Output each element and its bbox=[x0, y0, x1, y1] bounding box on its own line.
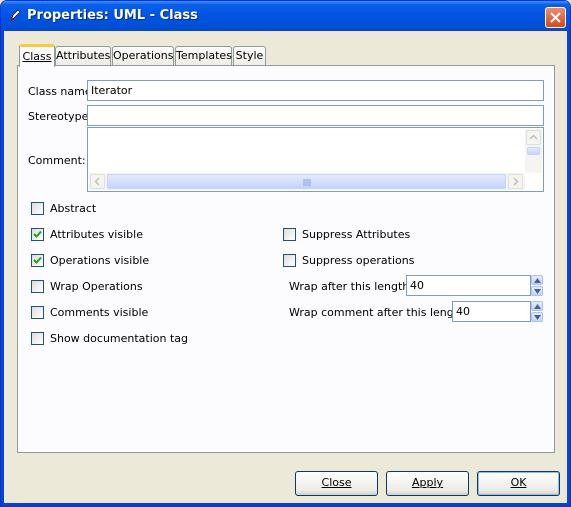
wrap-comment-length-input[interactable]: 40 bbox=[452, 301, 531, 322]
dia-pen-icon bbox=[10, 9, 21, 22]
ok-button-label: OK bbox=[510, 476, 527, 489]
close-button[interactable]: Close bbox=[295, 471, 378, 496]
tab-label: Class bbox=[22, 50, 52, 63]
abstract-checkbox[interactable] bbox=[31, 202, 44, 215]
scroll-thumb[interactable] bbox=[107, 174, 506, 189]
close-button-label: Close bbox=[321, 476, 352, 489]
show-documentation-tag-checkbox[interactable] bbox=[31, 332, 44, 345]
operations-visible-label: Operations visible bbox=[50, 254, 150, 267]
chevron-up-icon bbox=[529, 134, 538, 140]
tab-class[interactable]: Class bbox=[19, 44, 55, 67]
close-window-button[interactable] bbox=[545, 7, 566, 28]
window-title: Properties: UML - Class bbox=[27, 8, 198, 23]
show-documentation-tag-label: Show documentation tag bbox=[50, 332, 189, 345]
checkmark-icon bbox=[33, 230, 42, 238]
scroll-left-button[interactable] bbox=[90, 174, 105, 189]
triangle-up-icon bbox=[534, 304, 541, 309]
wrap-length-spinner[interactable] bbox=[531, 275, 543, 296]
tab-operations[interactable]: Operations bbox=[112, 46, 174, 66]
properties-dialog: Properties: UML - Class Class Attributes… bbox=[0, 0, 571, 507]
triangle-down-icon bbox=[534, 289, 541, 294]
checkmark-icon bbox=[33, 256, 42, 264]
tab-templates[interactable]: Templates bbox=[175, 46, 232, 66]
chevron-left-icon bbox=[94, 177, 100, 186]
comments-visible-checkbox[interactable] bbox=[31, 306, 44, 319]
stereotype-label: Stereotype: bbox=[28, 110, 93, 123]
attributes-visible-label: Attributes visible bbox=[50, 228, 143, 241]
triangle-up-icon bbox=[534, 278, 541, 283]
close-icon bbox=[550, 12, 561, 23]
class-name-input[interactable]: Iterator bbox=[87, 80, 544, 101]
comments-visible-label: Comments visible bbox=[50, 306, 149, 319]
wrap-length-label: Wrap after this length: bbox=[289, 280, 413, 293]
wrap-operations-checkbox[interactable] bbox=[31, 280, 44, 293]
comment-vertical-scrollbar[interactable] bbox=[525, 129, 542, 173]
class-name-label: Class name: bbox=[28, 85, 96, 98]
stereotype-input[interactable] bbox=[87, 105, 544, 126]
tab-style[interactable]: Style bbox=[233, 46, 266, 66]
wrap-operations-label: Wrap Operations bbox=[50, 280, 143, 293]
chevron-right-icon bbox=[513, 177, 519, 186]
tab-label: Attributes bbox=[56, 49, 111, 62]
tab-label: Templates bbox=[176, 49, 232, 62]
scroll-thumb[interactable] bbox=[527, 147, 540, 155]
window-border-bottom bbox=[1, 503, 570, 506]
suppress-attributes-checkbox[interactable] bbox=[283, 228, 296, 241]
apply-button-label: Apply bbox=[411, 476, 444, 489]
window-border-left bbox=[1, 31, 4, 506]
window-border-right bbox=[567, 31, 570, 506]
scroll-right-button[interactable] bbox=[508, 174, 523, 189]
grip-icon bbox=[303, 179, 311, 186]
ok-button[interactable]: OK bbox=[477, 471, 560, 496]
wrap-comment-length-label: Wrap comment after this length: bbox=[289, 306, 469, 319]
comment-label: Comment: bbox=[28, 154, 86, 167]
spin-down-button[interactable] bbox=[531, 312, 543, 322]
tab-label: Style bbox=[235, 49, 264, 62]
attributes-visible-checkbox[interactable] bbox=[31, 228, 44, 241]
scroll-up-button[interactable] bbox=[526, 130, 541, 145]
wrap-comment-length-spinner[interactable] bbox=[531, 301, 543, 322]
suppress-attributes-label: Suppress Attributes bbox=[302, 228, 411, 241]
operations-visible-checkbox[interactable] bbox=[31, 254, 44, 267]
spin-down-button[interactable] bbox=[531, 286, 543, 296]
wrap-length-input[interactable]: 40 bbox=[406, 275, 531, 296]
tab-label: Operations bbox=[113, 49, 174, 62]
suppress-operations-label: Suppress operations bbox=[302, 254, 415, 267]
triangle-down-icon bbox=[534, 315, 541, 320]
abstract-label: Abstract bbox=[50, 202, 97, 215]
comment-horizontal-scrollbar[interactable] bbox=[89, 173, 525, 190]
spin-up-button[interactable] bbox=[531, 275, 543, 285]
spin-up-button[interactable] bbox=[531, 301, 543, 311]
suppress-operations-checkbox[interactable] bbox=[283, 254, 296, 267]
apply-button[interactable]: Apply bbox=[386, 471, 469, 496]
title-bar[interactable]: Properties: UML - Class bbox=[1, 1, 570, 31]
tab-attributes[interactable]: Attributes bbox=[55, 46, 111, 66]
